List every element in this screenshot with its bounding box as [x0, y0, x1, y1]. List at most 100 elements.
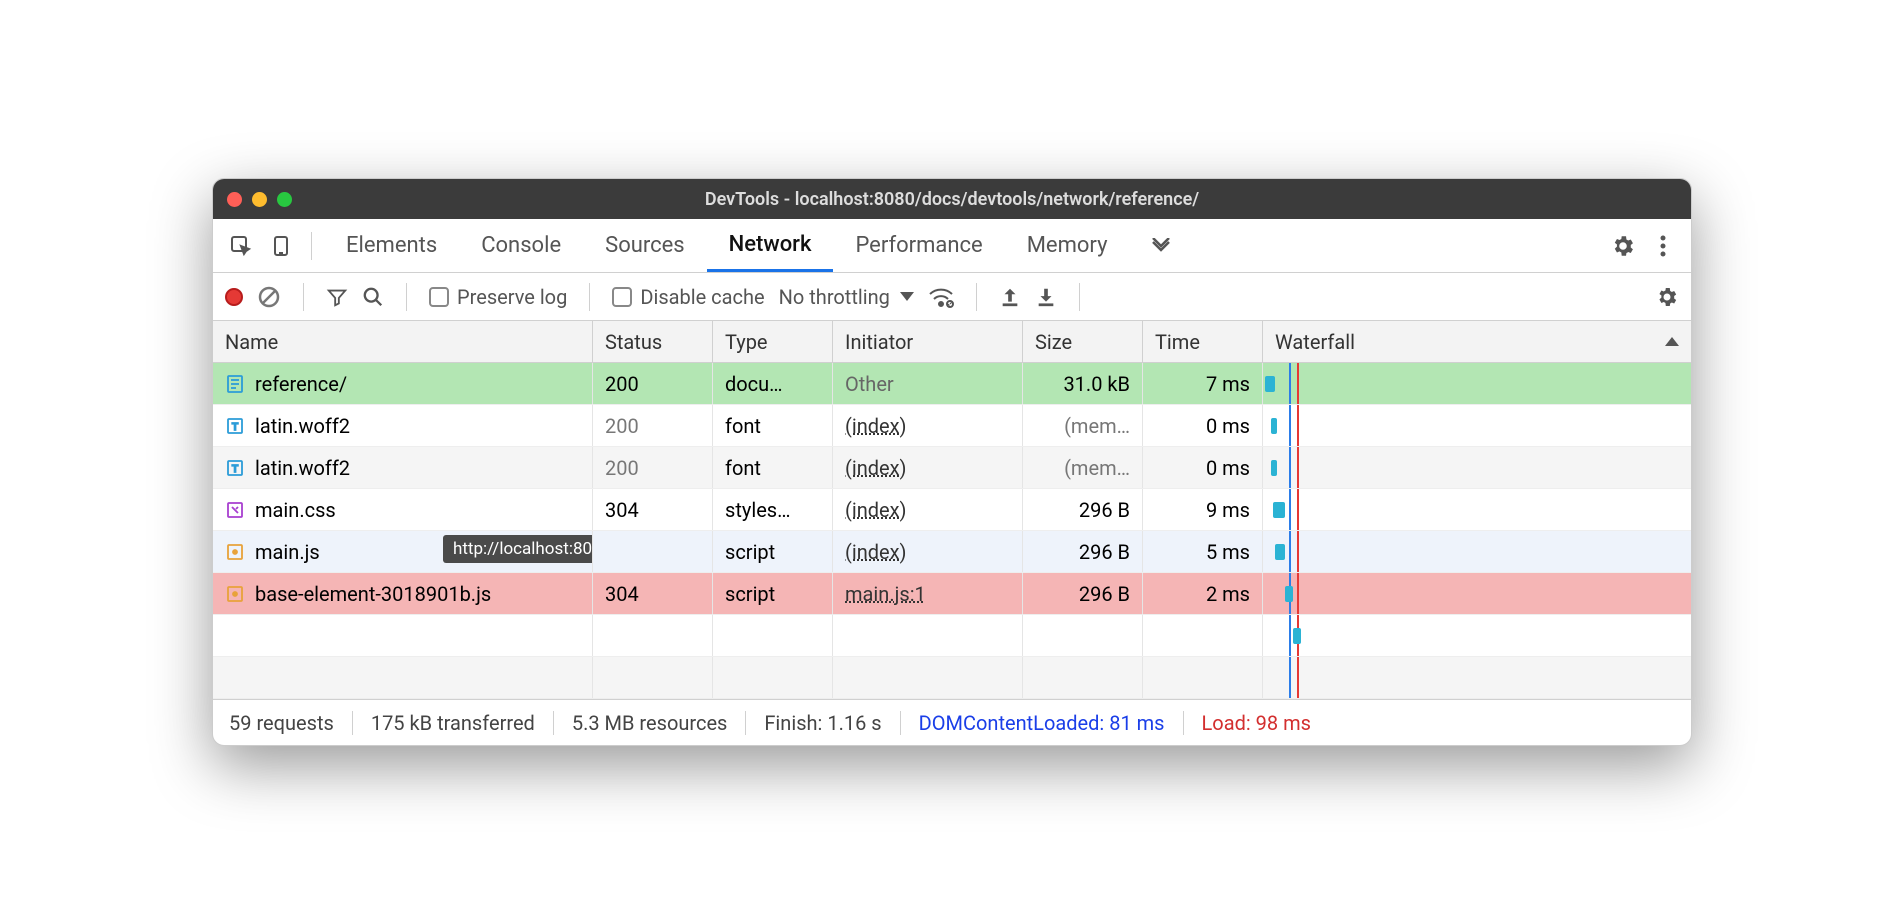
upload-har-icon[interactable]	[999, 286, 1021, 308]
tab-sources[interactable]: Sources	[583, 219, 707, 272]
col-size[interactable]: Size	[1023, 321, 1143, 362]
minimize-window-button[interactable]	[252, 192, 267, 207]
col-name[interactable]: Name	[213, 321, 593, 362]
cell-waterfall	[1263, 531, 1691, 572]
col-waterfall[interactable]: Waterfall	[1263, 321, 1691, 362]
cell-waterfall	[1263, 657, 1691, 698]
traffic-lights	[227, 192, 292, 207]
settings-icon[interactable]	[1605, 228, 1641, 264]
titlebar: DevTools - localhost:8080/docs/devtools/…	[213, 179, 1691, 219]
cell-size: 31.0 kB	[1023, 363, 1143, 404]
initiator-link[interactable]: (index)	[845, 498, 907, 522]
tab-performance[interactable]: Performance	[833, 219, 1004, 272]
cell-size: (mem…	[1023, 447, 1143, 488]
initiator-link[interactable]: (index)	[845, 456, 907, 480]
panel-tabbar: ElementsConsoleSourcesNetworkPerformance…	[213, 219, 1691, 273]
cell-type: docu…	[713, 363, 833, 404]
network-conditions-icon[interactable]	[928, 286, 954, 308]
table-row[interactable]: main.jshttp://localhost:8080/js/main.jss…	[213, 531, 1691, 573]
download-har-icon[interactable]	[1035, 286, 1057, 308]
col-type[interactable]: Type	[713, 321, 833, 362]
col-initiator[interactable]: Initiator	[833, 321, 1023, 362]
search-icon[interactable]	[362, 286, 384, 308]
cell-type: script	[713, 531, 833, 572]
cell-name: Tlatin.woff2	[213, 447, 593, 488]
divider	[311, 232, 312, 260]
device-toggle-icon[interactable]	[263, 228, 299, 264]
divider	[589, 283, 590, 311]
request-name: base-element-3018901b.js	[255, 582, 491, 606]
divider	[303, 283, 304, 311]
svg-text:T: T	[232, 422, 238, 433]
close-window-button[interactable]	[227, 192, 242, 207]
col-status[interactable]: Status	[593, 321, 713, 362]
cell-waterfall	[1263, 405, 1691, 446]
request-name: main.css	[255, 498, 336, 522]
table-row-empty	[213, 657, 1691, 699]
table-row[interactable]: base-element-3018901b.js 304script main.js…	[213, 573, 1691, 615]
divider	[1079, 283, 1080, 311]
cell-status: 304	[593, 573, 713, 614]
preserve-log-checkbox[interactable]: Preserve log	[429, 285, 567, 309]
sort-up-icon	[1665, 337, 1679, 347]
tab-network[interactable]: Network	[707, 219, 834, 272]
more-tabs-icon[interactable]	[1143, 228, 1179, 264]
cell-size: 296 B	[1023, 573, 1143, 614]
cell-name: Tlatin.woff2	[213, 405, 593, 446]
clear-icon[interactable]	[257, 285, 281, 309]
initiator-link[interactable]: (index)	[845, 540, 907, 564]
request-name: latin.woff2	[255, 456, 350, 480]
cell-type: font	[713, 405, 833, 446]
cell-status: 200	[593, 447, 713, 488]
request-name: main.js	[255, 540, 320, 564]
cell-name: main.css	[213, 489, 593, 530]
cell-time: 9 ms	[1143, 489, 1263, 530]
tab-memory[interactable]: Memory	[1005, 219, 1130, 272]
table-row[interactable]: Tlatin.woff2200font(index)(mem…0 ms	[213, 405, 1691, 447]
record-button[interactable]	[225, 288, 243, 306]
filter-icon[interactable]	[326, 286, 348, 308]
stat-dcl: DOMContentLoaded: 81 ms	[901, 711, 1184, 735]
request-name: latin.woff2	[255, 414, 350, 438]
preserve-log-label: Preserve log	[457, 285, 567, 309]
cell-time: 5 ms	[1143, 531, 1263, 572]
stat-finish: Finish: 1.16 s	[746, 711, 900, 735]
cell-time: 7 ms	[1143, 363, 1263, 404]
cell-initiator: (index)	[833, 489, 1023, 530]
inspect-element-icon[interactable]	[223, 228, 259, 264]
table-row[interactable]: main.css304styles…(index)296 B9 ms	[213, 489, 1691, 531]
tabs-container: ElementsConsoleSourcesNetworkPerformance…	[324, 219, 1129, 272]
cell-initiator: (index)	[833, 531, 1023, 572]
cell-waterfall	[1263, 363, 1691, 404]
window-title: DevTools - localhost:8080/docs/devtools/…	[705, 189, 1199, 210]
table-row[interactable]: Tlatin.woff2200font(index)(mem…0 ms	[213, 447, 1691, 489]
col-time[interactable]: Time	[1143, 321, 1263, 362]
network-table-header: Name Status Type Initiator Size Time Wat…	[213, 321, 1691, 363]
cell-initiator: Other	[833, 363, 1023, 404]
stat-requests: 59 requests	[229, 711, 353, 735]
network-settings-icon[interactable]	[1655, 285, 1679, 309]
cell-size: 296 B	[1023, 531, 1143, 572]
cell-size: 296 B	[1023, 489, 1143, 530]
stat-resources: 5.3 MB resources	[554, 711, 747, 735]
cell-status: 200	[593, 405, 713, 446]
tab-console[interactable]: Console	[459, 219, 583, 272]
cell-type: font	[713, 447, 833, 488]
table-row[interactable]: reference/200docu…Other31.0 kB7 ms	[213, 363, 1691, 405]
initiator-link[interactable]: main.js:1	[845, 582, 926, 606]
divider	[976, 283, 977, 311]
throttling-dropdown[interactable]: No throttling	[779, 285, 914, 309]
tab-elements[interactable]: Elements	[324, 219, 459, 272]
cell-type: script	[713, 573, 833, 614]
disable-cache-checkbox[interactable]: Disable cache	[612, 285, 764, 309]
network-toolbar: Preserve log Disable cache No throttling	[213, 273, 1691, 321]
cell-status	[593, 531, 713, 572]
kebab-menu-icon[interactable]	[1645, 228, 1681, 264]
initiator-link[interactable]: (index)	[845, 414, 907, 438]
maximize-window-button[interactable]	[277, 192, 292, 207]
network-table-body: reference/200docu…Other31.0 kB7 ms Tlati…	[213, 363, 1691, 699]
cell-waterfall	[1263, 447, 1691, 488]
svg-text:T: T	[232, 464, 238, 475]
disable-cache-label: Disable cache	[640, 285, 764, 309]
network-statusbar: 59 requests 175 kB transferred 5.3 MB re…	[213, 699, 1691, 745]
